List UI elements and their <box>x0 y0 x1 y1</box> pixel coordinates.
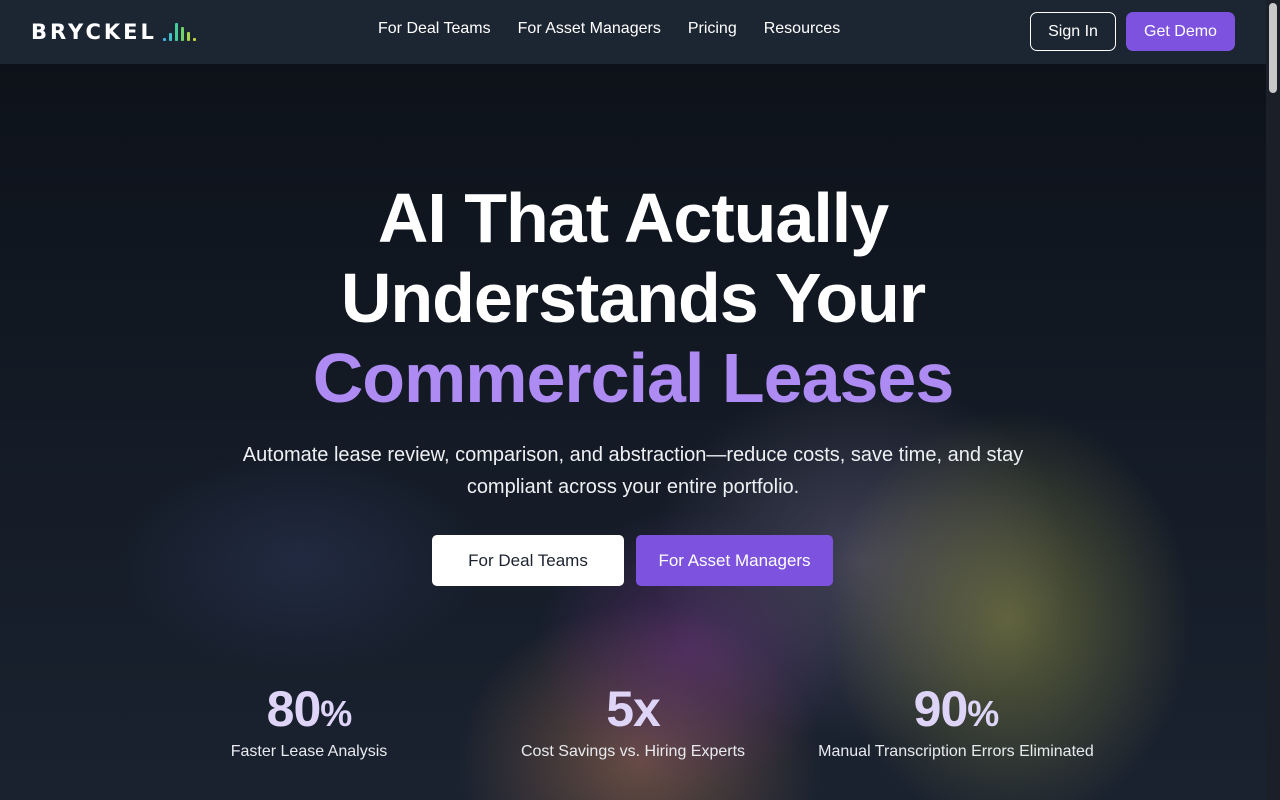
stat-number: 80 <box>266 681 322 737</box>
stat-unit: % <box>967 693 999 734</box>
stat-unit: % <box>320 693 352 734</box>
stat-errors-eliminated: 90% Manual Transcription Errors Eliminat… <box>806 680 1106 761</box>
nav-link-pricing[interactable]: Pricing <box>688 20 737 38</box>
sign-in-button[interactable]: Sign In <box>1030 12 1116 51</box>
nav-link-deal-teams[interactable]: For Deal Teams <box>378 20 491 38</box>
stat-cost-savings: 5x Cost Savings vs. Hiring Experts <box>508 680 758 761</box>
main-nav: For Deal Teams For Asset Managers Pricin… <box>378 20 840 38</box>
brand-logo[interactable]: BRYCKEL <box>31 18 196 46</box>
hero-cta-group: For Deal Teams For Asset Managers <box>432 535 833 586</box>
scrollbar-thumb[interactable] <box>1269 3 1277 93</box>
stat-value: 5x <box>508 680 758 743</box>
hero-subtitle: Automate lease review, comparison, and a… <box>242 444 1024 498</box>
hero-title: AI That Actually Understands Your Commer… <box>0 178 1266 418</box>
page: BRYCKEL For Deal Teams For Asset Manager… <box>0 0 1266 800</box>
top-navbar: BRYCKEL For Deal Teams For Asset Manager… <box>0 0 1266 64</box>
hero-title-accent: Commercial Leases <box>312 339 955 417</box>
stat-number: 5x <box>606 681 661 737</box>
get-demo-button[interactable]: Get Demo <box>1126 12 1235 51</box>
stat-label: Cost Savings vs. Hiring Experts <box>520 743 746 760</box>
asset-managers-cta-button[interactable]: For Asset Managers <box>636 535 833 586</box>
bar-signal-icon <box>162 23 196 41</box>
hero-title-line-1: AI That Actually <box>377 179 889 257</box>
stat-faster-analysis: 80% Faster Lease Analysis <box>209 680 409 761</box>
page-scrollbar[interactable] <box>1266 0 1280 800</box>
stat-label: Manual Transcription Errors Eliminated <box>818 743 1094 760</box>
brand-name: BRYCKEL <box>31 20 157 44</box>
deal-teams-cta-button[interactable]: For Deal Teams <box>432 535 624 586</box>
stat-value: 80% <box>209 680 409 743</box>
nav-link-asset-managers[interactable]: For Asset Managers <box>518 20 661 38</box>
stat-label: Faster Lease Analysis <box>230 743 388 760</box>
stat-number: 90 <box>913 681 969 737</box>
nav-link-resources[interactable]: Resources <box>764 20 840 38</box>
stat-value: 90% <box>806 680 1106 743</box>
hero-title-line-2: Understands Your <box>340 259 926 337</box>
